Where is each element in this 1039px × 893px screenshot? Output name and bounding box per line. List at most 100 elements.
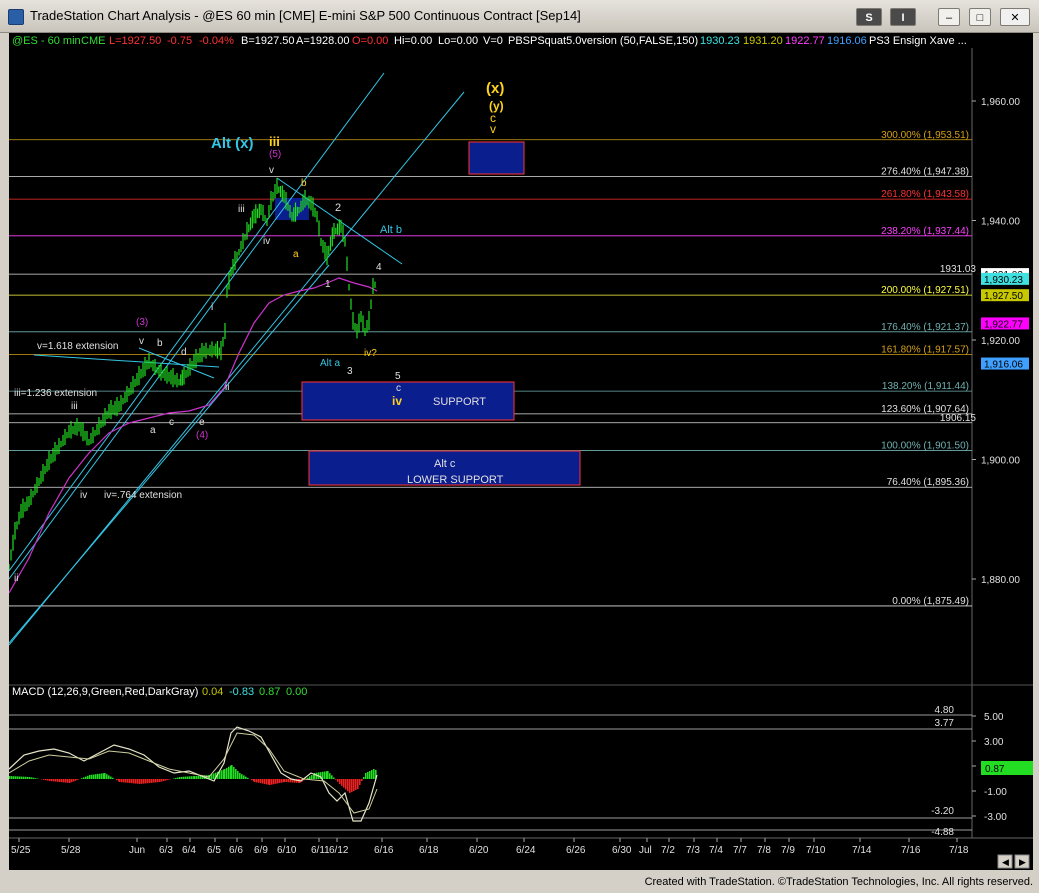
fib-label: 300.00% (1,953.51) [881,130,969,141]
macd-hist-bar [15,776,17,779]
macd-hist-bar [13,776,15,779]
macd-hist-bar [281,779,283,783]
price-tick-label: 1,900.00 [981,456,1020,467]
macd-hist-bar [337,779,339,782]
macd-hist-bar [131,779,133,784]
macd-hist-bar [157,779,159,783]
macd-hist-bar [226,767,228,779]
macd-hist-bar [173,778,175,779]
macd-hist-bar [288,779,290,783]
macd-hist-bar [269,779,271,785]
price-level-label: 1931.03 [940,264,977,275]
s-menu-button[interactable]: S [856,8,882,26]
macd-hist-bar [21,776,23,779]
chart-area[interactable]: @ES - 60 min CME L=1927.50 -0.75 -0.04% … [8,33,1033,870]
macd-hist-bar [45,779,47,781]
header-study-2: PS3 Ensign Xave ... [869,35,967,47]
header-ask: A=1928.00 [296,35,350,47]
price-axis: 1,960.00 1,940.00 1,920.00 1,900.00 1,880.00 [972,97,1020,586]
label-b-small: b [301,178,307,189]
i-menu-button[interactable]: I [890,8,916,26]
header-symbol: @ES - 60 min [12,35,81,47]
macd-tick-label: 5.00 [984,712,1004,723]
macd-hist-bar [365,773,367,779]
macd-hist-bar [353,779,355,791]
macd-hist-bar [363,777,365,779]
macd-hist-bar [322,771,324,779]
macd-hist-bar [237,771,239,779]
label-x-wave: (x) [486,80,504,97]
price-tick-label: 1,960.00 [981,97,1020,108]
minimize-button[interactable]: – [938,8,960,26]
macd-level-377: 3.77 [935,718,955,729]
close-button[interactable]: ✕ [1000,8,1030,26]
macd-level-480: 4.80 [935,705,955,716]
date-tick-label: 5/25 [11,845,31,856]
macd-hist-bar [47,779,49,781]
macd-hist-bar [266,779,268,785]
label-iii-small: iii [238,204,245,215]
label-c-left: c [169,417,174,428]
macd-hist-bar [311,775,313,779]
macd-level-m488: -4.88 [931,827,954,838]
macd-hist-bar [343,779,345,788]
macd-hist-bar [339,779,341,784]
macd-hist-bar [351,779,353,792]
fib-label: 0.00% (1,875.49) [892,596,969,607]
price-tick-label: 1,940.00 [981,217,1020,228]
macd-hist-bar [127,779,129,783]
macd-hist-bar [335,779,337,780]
macd-hist-bar [251,779,253,781]
label-a-small: a [293,249,299,260]
macd-hist-bar [89,775,91,779]
macd-hist-bar [167,779,169,780]
label-b-left: b [157,338,163,349]
macd-hist-bar [284,779,286,782]
macd-hist-bar [49,779,51,781]
header-value-3: 1922.77 [785,35,825,47]
label-iv-left: iv [80,490,87,501]
macd-hist-bar [35,778,37,779]
label-4: 4 [376,262,382,273]
label-iv-question: iv? [364,348,377,359]
price-level-label: 1906.15 [940,413,977,424]
label-e-left: e [199,417,205,428]
macd-hist-bar [95,774,97,779]
macd-hist-bar [149,779,151,783]
macd-hist-bar [11,776,13,779]
macd-hist-bar [99,773,101,779]
label-iv-extension: iv=.764 extension [104,490,182,501]
macd-hist-bar [137,779,139,784]
header-bid: B=1927.50 [241,35,295,47]
window-titlebar: TradeStation Chart Analysis - @ES 60 min… [0,0,1039,33]
macd-hist-bar [245,776,247,779]
label-1: 1 [325,279,331,290]
date-tick-label: 6/4 [182,845,196,856]
macd-hist-bar [341,779,343,786]
macd-hist-bar [75,779,77,781]
macd-hist-bar [241,774,243,779]
date-tick-label: 6/24 [516,845,536,856]
fib-label: 138.20% (1,911.44) [882,381,969,392]
macd-hist-bar [108,775,110,779]
macd-hist-bar [83,777,85,779]
macd-hist-bar [116,779,118,781]
date-tick-label: 7/2 [661,845,675,856]
macd-hist-bar [177,777,179,779]
macd-hist-bar [133,779,135,784]
macd-hist-bar [221,770,223,779]
macd-hist-bar [256,779,258,783]
macd-hist-bar [307,777,309,779]
maximize-button[interactable]: □ [969,8,991,26]
macd-hist-bar [77,779,79,780]
header-last: L=1927.50 [109,35,161,47]
label-i-small: i [211,302,213,313]
app-icon [8,9,24,25]
macd-hist-bar [231,765,233,779]
macd-hist-bar [104,773,106,779]
label-ii-bottom: ii [14,573,18,584]
label-v-extension: v=1.618 extension [37,341,118,352]
macd-hist-bar [112,777,114,779]
date-tick-label: 7/7 [733,845,747,856]
support-label: SUPPORT [433,396,486,408]
